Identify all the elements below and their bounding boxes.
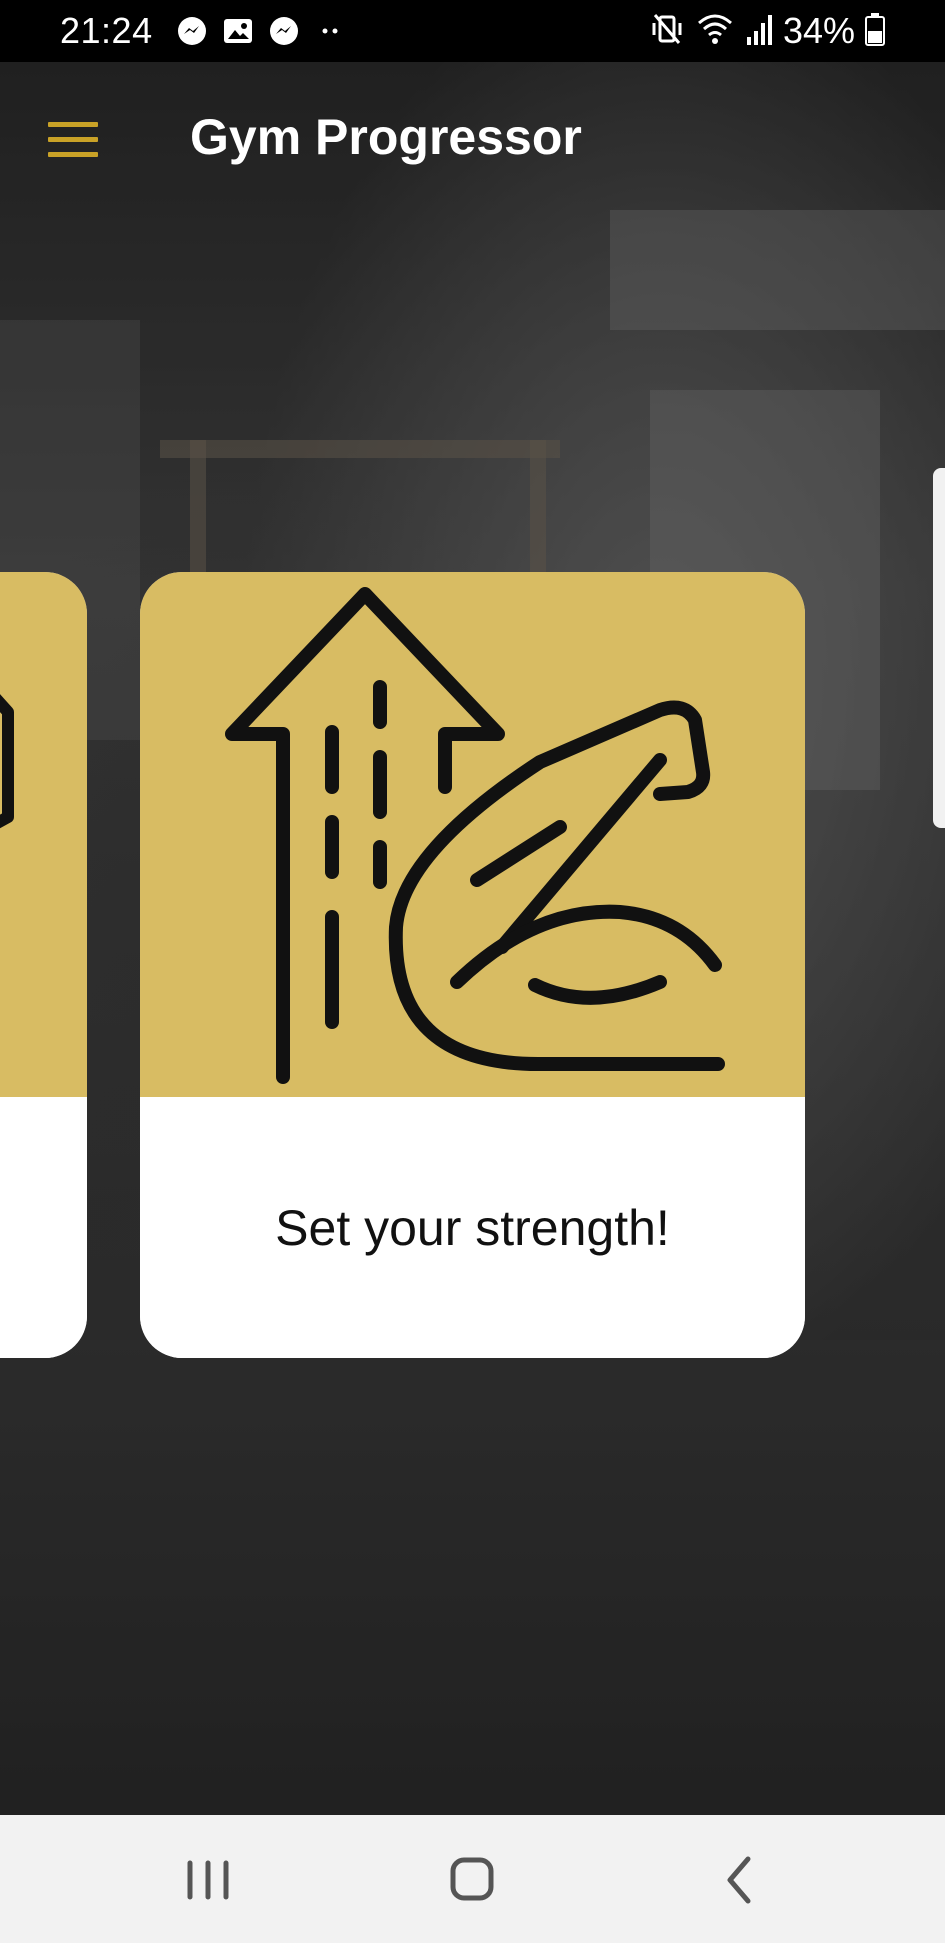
back-button[interactable] [700,1845,780,1915]
system-navigation-bar [0,1815,945,1943]
edge-panel-handle[interactable] [933,468,945,828]
app-title: Gym Progressor [190,109,582,165]
app-bar: Gym Progressor [0,62,945,212]
messenger-icon [176,15,208,52]
menu-button[interactable] [36,112,108,172]
recent-apps-icon [168,1860,248,1919]
card-image [140,572,805,1097]
carousel-card-strength[interactable]: Set your strength! [140,572,805,1358]
battery-percent: 34% [782,10,855,51]
signal-icon [745,11,773,52]
status-bar: 21:24 34% [0,0,945,62]
carousel-card-previous[interactable] [0,572,87,1358]
wifi-icon [695,11,735,52]
card-caption [0,1097,87,1358]
battery-icon [865,11,885,52]
messenger-icon [268,15,300,52]
card-image [0,572,87,1097]
card-caption: Set your strength! [140,1097,805,1358]
notification-icons [176,15,346,52]
home-button[interactable] [432,1845,512,1915]
system-icons: 34% [649,10,885,52]
vibrate-mute-icon [649,11,685,52]
more-dots-icon [314,15,346,52]
image-icon [222,15,254,52]
status-time: 21:24 [60,10,153,51]
card-caption-text: Set your strength! [275,1199,670,1256]
back-icon [700,1856,780,1919]
recent-apps-button[interactable] [168,1845,248,1915]
home-icon [432,1857,512,1919]
